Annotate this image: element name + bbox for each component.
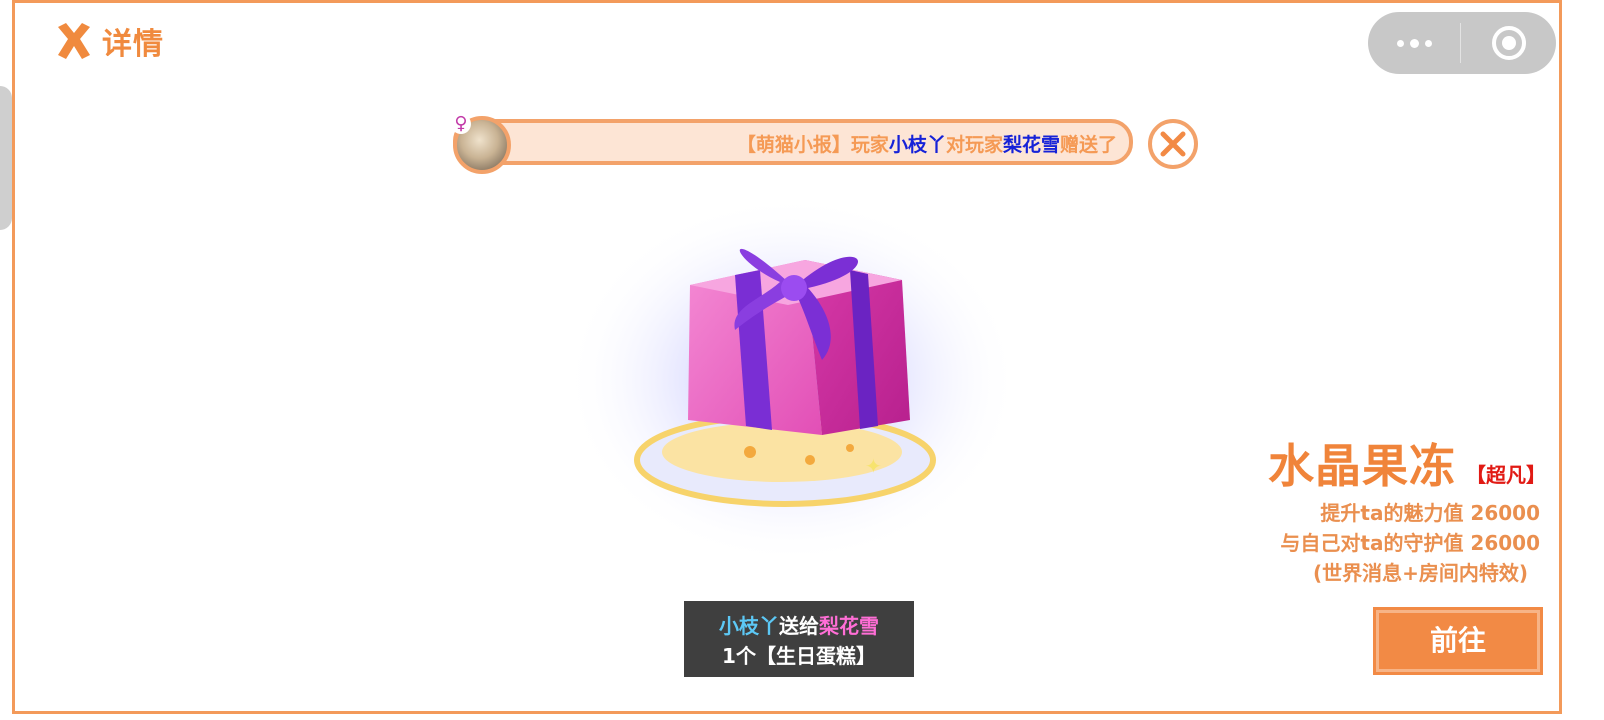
toast-sender: 小枝丫 xyxy=(719,614,779,638)
gift-name-row: 水晶果冻 【超凡】 xyxy=(1268,430,1546,496)
more-dots-icon xyxy=(1396,39,1404,47)
miniapp-close-button[interactable] xyxy=(1461,12,1556,74)
gift-description: 提升ta的魅力值 26000 与自己对ta的守护值 26000 (世界消息+房间… xyxy=(1280,501,1540,585)
world-broadcast-bar: 【萌猫小报】玩家小枝丫对玩家梨花雪赠送了 xyxy=(453,119,1133,165)
svg-text:✦: ✦ xyxy=(865,454,882,478)
toast-receiver: 梨花雪 xyxy=(819,614,879,638)
circle-close-icon[interactable] xyxy=(1147,118,1199,170)
side-drawer-handle[interactable] xyxy=(0,86,12,230)
female-gender-icon: ♀ xyxy=(451,114,471,134)
gift-box-icon: ✦ xyxy=(564,195,1020,565)
more-button[interactable] xyxy=(1368,12,1460,74)
broadcast-text: 【萌猫小报】玩家小枝丫对玩家梨花雪赠送了 xyxy=(736,134,1117,156)
broadcast-receiver[interactable]: 梨花雪 xyxy=(1003,134,1060,156)
broadcast-sender[interactable]: 小枝丫 xyxy=(889,134,946,156)
close-x-icon xyxy=(58,23,90,59)
target-circle-icon xyxy=(1491,26,1526,60)
rarity-badge: 【超凡】 xyxy=(1466,463,1546,487)
page-title: 详情 xyxy=(102,27,164,62)
go-button[interactable]: 前往 xyxy=(1373,607,1543,675)
gift-toast: 小枝丫送给梨花雪 1个【生日蛋糕】 xyxy=(684,601,914,677)
gift-title: 水晶果冻 xyxy=(1268,439,1456,493)
miniapp-capsule xyxy=(1368,12,1556,74)
toast-gift-line: 1个【生日蛋糕】 xyxy=(722,644,876,668)
back-button[interactable]: 详情 xyxy=(52,18,164,64)
